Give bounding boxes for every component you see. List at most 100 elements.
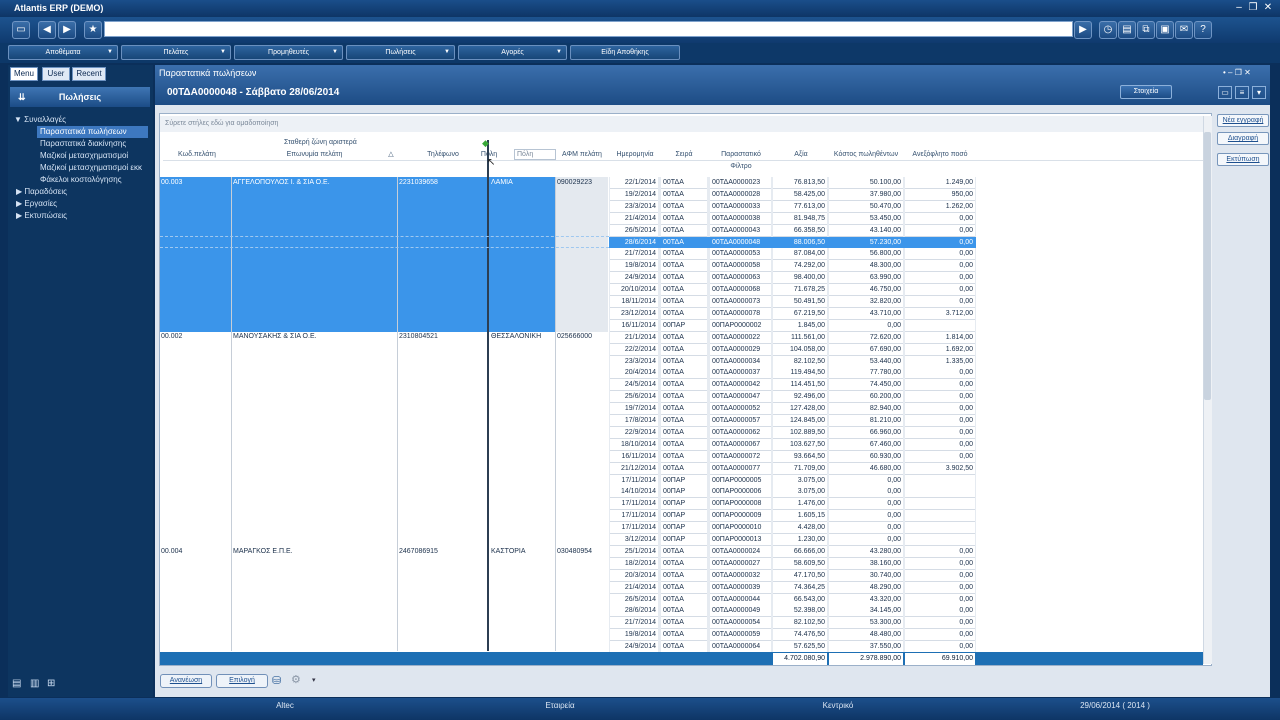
row-value[interactable]: 103.627,50 [773,438,827,451]
row-series[interactable]: 00ΤΔΑ [661,617,707,630]
row-value[interactable]: 82.102,50 [773,617,827,630]
col-customer-code[interactable]: Κωδ.πελάτη [163,150,231,160]
row-series[interactable]: 00ΤΔΑ [661,462,707,475]
customer-phone[interactable]: 2467086915 [399,546,485,558]
menu-suppliers[interactable]: Προμηθευτές ▼ [234,45,343,60]
row-value[interactable]: 74.292,00 [773,260,827,273]
customer-city[interactable]: ΚΑΣΤΟΡΙΑ [491,546,553,558]
row-cost[interactable]: 0,00 [829,510,903,523]
row-unpaid[interactable]: 0,00 [905,391,975,404]
row-cost[interactable]: 50.470,00 [829,200,903,213]
row-date[interactable]: 23/3/2014 [610,355,658,368]
row-date[interactable]: 22/9/2014 [610,426,658,439]
row-cost[interactable]: 67.460,00 [829,438,903,451]
row-value[interactable]: 104.058,00 [773,343,827,356]
restore-icon[interactable]: ❐ [1246,2,1260,14]
row-series[interactable]: 00ΤΔΑ [661,224,707,237]
customer-afm[interactable]: 030480954 [557,546,607,558]
row-unpaid[interactable]: 3.712,00 [905,307,975,320]
tree-sales-documents[interactable]: Παραστατικά πωλήσεων [37,126,148,138]
panel-close-icon[interactable]: ▾ [1252,86,1266,99]
row-cost[interactable]: 48.290,00 [829,581,903,594]
row-cost[interactable]: 48.300,00 [829,260,903,273]
row-unpaid[interactable] [905,474,975,487]
table-row[interactable]: 22/9/2014 00ΤΔΑ 00ΤΔΑ0000062 102.889,50 66.9… [609,426,976,439]
table-row[interactable]: 17/11/2014 00ΠΑΡ 00ΠΑΡ0000005 3.075,00 0,00 [609,474,976,487]
menu-icon[interactable]: ≡ [1235,86,1249,99]
clock-icon[interactable]: ◷ [1099,21,1117,39]
row-date[interactable]: 17/11/2014 [610,510,658,523]
row-value[interactable]: 98.400,00 [773,272,827,285]
row-series[interactable]: 00ΤΔΑ [661,426,707,439]
customer-phone[interactable]: 2231039658 [399,177,485,189]
row-value[interactable]: 114.451,50 [773,379,827,392]
row-series[interactable]: 00ΤΔΑ [661,403,707,416]
table-row[interactable]: 26/5/2014 00ΤΔΑ 00ΤΔΑ0000043 66.358,50 43.14… [609,224,976,237]
row-document[interactable]: 00ΠΑΡ0000006 [710,486,771,499]
row-series[interactable]: 00ΠΑΡ [661,319,707,332]
row-date[interactable]: 16/11/2014 [610,450,658,463]
delete-button[interactable]: Διαγραφή [1217,132,1269,145]
row-cost[interactable]: 0,00 [829,534,903,546]
row-cost[interactable]: 43.140,00 [829,224,903,237]
row-cost[interactable]: 77.780,00 [829,367,903,380]
row-series[interactable]: 00ΤΔΑ [661,355,707,368]
row-date[interactable]: 24/5/2014 [610,379,658,392]
row-date[interactable]: 17/11/2014 [610,498,658,511]
row-unpaid[interactable]: 0,00 [905,260,975,273]
row-document[interactable]: 00ΤΔΑ0000033 [710,200,771,213]
menu-warehouse-items[interactable]: Είδη Αποθήκης [570,45,680,60]
customer-afm[interactable]: 025666000 [557,331,607,343]
row-unpaid[interactable]: 0,00 [905,367,975,380]
row-value[interactable]: 3.075,00 [773,474,827,487]
row-series[interactable]: 00ΤΔΑ [661,391,707,404]
row-unpaid[interactable]: 0,00 [905,438,975,451]
row-document[interactable]: 00ΤΔΑ0000077 [710,462,771,475]
row-document[interactable]: 00ΤΔΑ0000063 [710,272,771,285]
row-cost[interactable]: 53.440,00 [829,355,903,368]
row-unpaid[interactable]: 0,00 [905,224,975,237]
tab-menu[interactable]: Menu [10,67,38,81]
row-series[interactable]: 00ΤΔΑ [661,545,707,558]
row-document[interactable]: 00ΤΔΑ0000054 [710,617,771,630]
row-unpaid[interactable]: 1.814,00 [905,331,975,344]
row-unpaid[interactable] [905,522,975,535]
row-value[interactable]: 87.084,00 [773,248,827,261]
row-document[interactable]: 00ΤΔΑ0000024 [710,545,771,558]
row-document[interactable]: 00ΤΔΑ0000052 [710,403,771,416]
row-document[interactable]: 00ΤΔΑ0000027 [710,557,771,570]
row-document[interactable]: 00ΤΔΑ0000078 [710,307,771,320]
row-series[interactable]: 00ΠΑΡ [661,510,707,523]
row-cost[interactable]: 43.280,00 [829,545,903,558]
table-row[interactable]: 19/8/2014 00ΤΔΑ 00ΤΔΑ0000059 74.476,50 48.48… [609,629,976,642]
row-date[interactable]: 19/8/2014 [610,260,658,273]
row-cost[interactable]: 46.750,00 [829,284,903,297]
row-value[interactable]: 3.075,00 [773,486,827,499]
row-value[interactable]: 66.358,50 [773,224,827,237]
details-button[interactable]: Στοιχεία [1120,85,1172,99]
tree-deliveries[interactable]: ▶ Παραδόσεις [16,186,152,198]
tree-transactions[interactable]: ▼ Συναλλαγές [14,114,152,126]
customer-afm[interactable]: 090029223 [557,177,607,189]
row-value[interactable]: 1.476,00 [773,498,827,511]
row-value[interactable]: 88.006,50 [773,236,827,249]
row-cost[interactable]: 0,00 [829,319,903,332]
row-series[interactable]: 00ΤΔΑ [661,569,707,582]
row-date[interactable]: 16/11/2014 [610,319,658,332]
table-row[interactable]: 20/3/2014 00ΤΔΑ 00ΤΔΑ0000032 47.170,50 30.74… [609,569,976,582]
customer-code[interactable]: 00.003 [161,177,229,189]
table-row[interactable]: 17/11/2014 00ΠΑΡ 00ΠΑΡ0000008 1.476,00 0,00 [609,498,976,511]
table-row[interactable]: 21/4/2014 00ΤΔΑ 00ΤΔΑ0000039 74.364,25 48.29… [609,581,976,594]
table-row[interactable]: 24/5/2014 00ΤΔΑ 00ΤΔΑ0000042 114.451,50 74.4… [609,379,976,392]
row-series[interactable]: 00ΠΑΡ [661,474,707,487]
customer-phone[interactable]: 2310804521 [399,331,485,343]
row-cost[interactable]: 37.980,00 [829,188,903,201]
table-row[interactable]: 24/9/2014 00ΤΔΑ 00ΤΔΑ0000063 98.400,00 63.99… [609,272,976,285]
row-unpaid[interactable]: 0,00 [905,284,975,297]
row-cost[interactable]: 50.100,00 [829,177,903,189]
row-unpaid[interactable] [905,534,975,546]
row-date[interactable]: 3/12/2014 [610,534,658,546]
row-cost[interactable]: 72.620,00 [829,331,903,344]
row-cost[interactable]: 0,00 [829,498,903,511]
row-unpaid[interactable]: 0,00 [905,593,975,606]
